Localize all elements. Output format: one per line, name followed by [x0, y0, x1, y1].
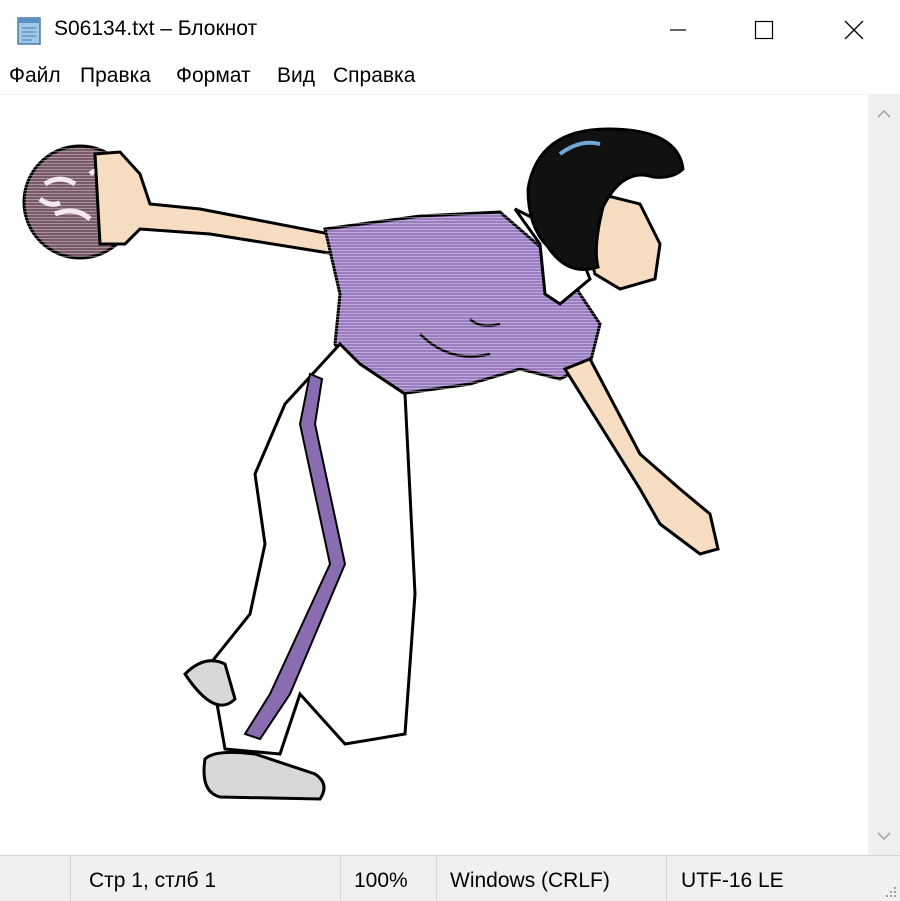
window-title: S06134.txt – Блокнот [54, 17, 258, 40]
status-encoding: UTF-16 LE [666, 856, 900, 901]
arm-back [93, 150, 338, 256]
maximize-button[interactable] [718, 0, 810, 60]
line-ending-text: Windows (CRLF) [450, 869, 610, 892]
cursor-position-text: Стр 1, стлб 1 [89, 869, 217, 892]
menu-help[interactable]: Справка [333, 64, 415, 88]
close-button[interactable] [808, 0, 900, 60]
scroll-down-icon[interactable] [876, 828, 892, 844]
shoe-front [202, 750, 326, 801]
menu-view[interactable]: Вид [277, 64, 315, 88]
menu-edit[interactable]: Правка [80, 64, 151, 88]
scroll-up-icon[interactable] [876, 106, 892, 122]
menu-format[interactable]: Формат [176, 64, 251, 88]
minimize-button[interactable] [632, 0, 724, 60]
status-zoom: 100% [340, 856, 436, 901]
encoding-text: UTF-16 LE [681, 869, 784, 892]
bowler-ascii-art [22, 127, 720, 801]
status-cursor-position: Стр 1, стлб 1 [70, 856, 340, 901]
resize-grip-icon[interactable] [883, 884, 897, 898]
minimize-icon [670, 29, 686, 31]
maximize-icon [754, 20, 774, 40]
status-bar: Стр 1, стлб 1 100% Windows (CRLF) UTF-16… [0, 855, 900, 901]
close-icon [844, 20, 864, 40]
notepad-icon[interactable] [14, 14, 44, 46]
status-line-ending: Windows (CRLF) [436, 856, 666, 901]
zoom-text: 100% [354, 869, 408, 892]
shoe-back [183, 659, 237, 707]
arm-front [562, 357, 720, 556]
vertical-scrollbar[interactable] [868, 94, 900, 855]
menu-file[interactable]: Файл [9, 64, 61, 88]
title-bar[interactable]: S06134.txt – Блокнот [0, 0, 900, 60]
